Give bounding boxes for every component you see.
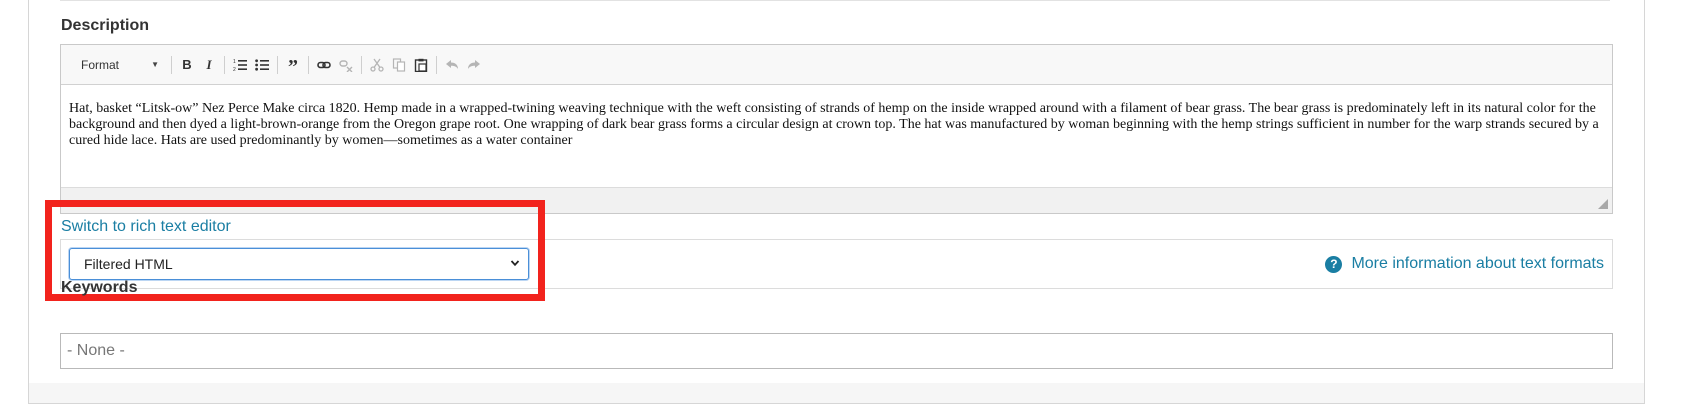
keywords-label: Keywords [61,279,138,296]
resize-grip-icon[interactable] [1598,199,1608,209]
toolbar-separator [277,55,278,74]
editor-content[interactable]: Hat, basket “Litsk-ow” Nez Perce Make ci… [61,85,1612,177]
svg-text:2: 2 [233,67,236,72]
cut-icon[interactable] [366,54,388,76]
numbered-list-icon[interactable]: 12 [229,54,251,76]
keywords-field[interactable]: - None - [60,333,1613,369]
divider [60,0,1610,1]
more-info-label: More information about text formats [1351,255,1604,272]
description-label: Description [61,17,150,34]
more-info-link[interactable]: ? More information about text formats [1325,255,1604,273]
copy-icon[interactable] [388,54,410,76]
bold-icon[interactable]: B [176,54,198,76]
toolbar-separator [171,55,172,74]
description-editor[interactable]: Format ▼ B I 12 ” Hat, basket “Litsk-ow”… [60,44,1613,214]
toolbar-separator [361,55,362,74]
panel-footer [29,383,1644,403]
format-dropdown[interactable]: Format ▼ [69,53,167,77]
caret-down-icon: ▼ [151,60,159,69]
toolbar-separator [436,55,437,74]
toolbar-separator [224,55,225,74]
editor-toolbar: Format ▼ B I 12 ” [61,45,1612,85]
help-icon: ? [1325,255,1343,273]
paste-icon[interactable] [410,54,432,76]
undo-icon[interactable] [441,54,463,76]
italic-icon[interactable]: I [198,54,220,76]
bulleted-list-icon[interactable] [251,54,273,76]
toolbar-separator [308,55,309,74]
unlink-icon[interactable] [335,54,357,76]
link-icon[interactable] [313,54,335,76]
blockquote-icon[interactable]: ” [282,51,304,79]
redo-icon[interactable] [463,54,485,76]
svg-text:1: 1 [233,59,236,65]
format-dropdown-label: Format [81,57,120,72]
